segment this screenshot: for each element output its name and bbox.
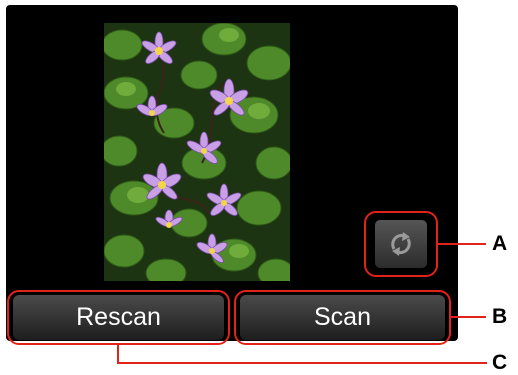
rotate-button[interactable]	[375, 220, 427, 268]
scan-button[interactable]: Scan	[240, 295, 445, 340]
callout-label-c: C	[492, 351, 508, 374]
callout-label-a: A	[492, 232, 508, 255]
water-lily-photo	[104, 23, 290, 281]
scan-button-highlight: Scan	[234, 290, 451, 345]
callout-line-a	[438, 243, 486, 245]
callout-line-b	[451, 316, 486, 318]
rescan-button[interactable]: Rescan	[13, 295, 224, 340]
rescan-button-highlight: Rescan	[7, 290, 230, 345]
scan-preview-image	[104, 23, 290, 281]
rotate-icon	[391, 232, 411, 256]
callout-line-c-horizontal	[117, 362, 487, 364]
callout-label-b: B	[492, 305, 508, 328]
rotate-button-highlight	[364, 211, 438, 277]
